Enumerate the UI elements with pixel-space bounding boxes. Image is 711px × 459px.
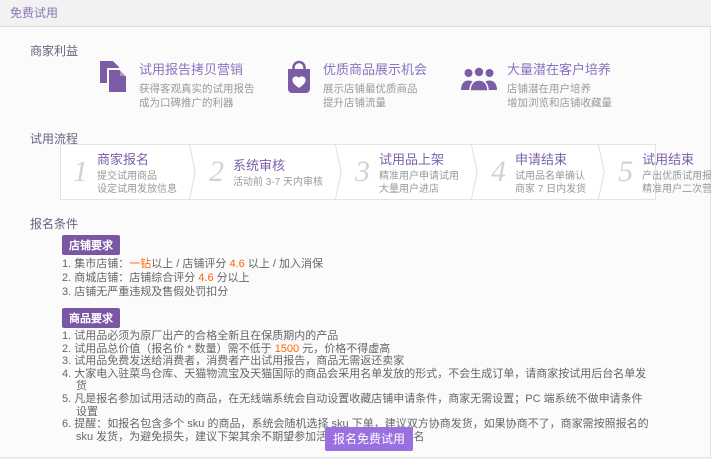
chevron-right-icon (459, 145, 471, 199)
step-number: 3 (355, 157, 370, 187)
benefits-section-title: 商家利益 (30, 42, 78, 59)
step-title: 申请结束 (515, 149, 586, 168)
benefit-line: 成为口碑推广的利器 (139, 96, 255, 110)
benefit-customer-growth: 大量潜在客户培养 店铺潜在用户培养 增加浏览和店铺收藏量 (460, 59, 670, 110)
step-application-end: 4 申请结束 试用品名单确认 商家 7 日内发货 (479, 145, 586, 199)
product-rule-4: 4. 大家电入驻菜鸟仓库、天猫物流宝及天猫国际的商品会采用名单发放的形式，不会生… (62, 368, 652, 393)
step-line: 精准用户申请试用 (379, 170, 459, 183)
product-requirements-badge: 商品要求 (62, 308, 120, 328)
step-merchant-signup: 1 商家报名 提交试用商品 设定试用发放信息 (61, 145, 177, 199)
step-text: 商家报名 提交试用商品 设定试用发放信息 (97, 149, 177, 196)
step-system-review: 2 系统审核 活动前 3-7 天内审核 (197, 145, 323, 199)
benefit-text: 优质商品展示机会 展示店铺最优质商品 提升店铺流量 (323, 59, 427, 110)
benefit-line: 店铺潜在用户培养 (507, 82, 612, 96)
conditions-section-title: 报名条件 (30, 215, 78, 232)
product-rule-1: 1. 试用品必须为原厂出产的合格全新且在保质期内的产品 (62, 330, 652, 343)
step-number: 2 (209, 157, 224, 187)
step-line: 试用品名单确认 (515, 170, 586, 183)
step-line: 设定试用发放信息 (97, 183, 177, 196)
apply-free-trial-button[interactable]: 报名免费试用 (325, 427, 413, 451)
shop-rule-2: 2. 商城店铺：店铺综合评分 4.6 分以上 (62, 271, 652, 285)
step-line: 大量用户进店 (379, 183, 459, 196)
step-text: 系统审核 活动前 3-7 天内审核 (233, 155, 323, 189)
shop-requirements-badge: 店铺要求 (62, 235, 120, 255)
page-title: 免费试用 (0, 0, 711, 27)
step-text: 申请结束 试用品名单确认 商家 7 日内发货 (515, 149, 586, 196)
shop-requirements-list: 1. 集市店铺：一钻以上 / 店铺评分 4.6 以上 / 加入消保 2. 商城店… (62, 257, 652, 299)
benefit-report-copy: 试用报告拷贝营销 获得客观真实的试用报告 成为口碑推广的利器 (96, 59, 284, 110)
step-trial-end: 5 试用结束 产出优质试用报告 精准用户二次营销 (606, 145, 711, 199)
benefit-title: 试用报告拷贝营销 (139, 59, 255, 78)
chevron-right-icon (323, 145, 335, 199)
product-rule-2: 2. 试用品总价值（报名价 * 数量）需不低于 1500 元，价格不得虚高 (62, 343, 652, 356)
step-text: 试用结束 产出优质试用报告 精准用户二次营销 (642, 149, 711, 196)
step-line: 精准用户二次营销 (642, 183, 711, 196)
benefits-row: 试用报告拷贝营销 获得客观真实的试用报告 成为口碑推广的利器 优质商品展示机会 … (96, 59, 670, 110)
chevron-right-icon (586, 145, 598, 199)
step-title: 系统审核 (233, 155, 323, 174)
benefit-line: 提升店铺流量 (323, 96, 427, 110)
step-title: 试用品上架 (379, 149, 459, 168)
benefit-product-showcase: 优质商品展示机会 展示店铺最优质商品 提升店铺流量 (284, 59, 460, 110)
step-number: 4 (491, 157, 506, 187)
customer-growth-icon (460, 64, 498, 99)
main-content: 商家利益 试用报告拷贝营销 获得客观真实的试用报告 成为口碑推广的利器 (0, 27, 711, 458)
step-number: 1 (73, 157, 88, 187)
step-text: 试用品上架 精准用户申请试用 大量用户进店 (379, 149, 459, 196)
step-line: 活动前 3-7 天内审核 (233, 176, 323, 189)
benefit-line: 增加浏览和店铺收藏量 (507, 96, 612, 110)
shop-rule-1: 1. 集市店铺：一钻以上 / 店铺评分 4.6 以上 / 加入消保 (62, 257, 652, 271)
benefit-line: 展示店铺最优质商品 (323, 82, 427, 96)
step-title: 商家报名 (97, 149, 177, 168)
product-rule-3: 3. 试用品免费发送给消费者，消费者产出试用报告，商品无需返还卖家 (62, 355, 652, 368)
product-showcase-icon (284, 59, 314, 100)
step-line: 产出优质试用报告 (642, 170, 711, 183)
step-line: 商家 7 日内发货 (515, 183, 586, 196)
product-rule-5: 5. 凡是报名参加试用活动的商品，在无线端系统会自动设置收藏店铺申请条件，商家无… (62, 393, 652, 418)
benefit-text: 试用报告拷贝营销 获得客观真实的试用报告 成为口碑推广的利器 (139, 59, 255, 110)
benefit-line: 获得客观真实的试用报告 (139, 82, 255, 96)
benefit-title: 优质商品展示机会 (323, 59, 427, 78)
shop-rule-3: 3. 店铺无严重违规及售假处罚扣分 (62, 285, 652, 299)
step-title: 试用结束 (642, 149, 711, 168)
benefit-text: 大量潜在客户培养 店铺潜在用户培养 增加浏览和店铺收藏量 (507, 59, 612, 110)
step-line: 提交试用商品 (97, 170, 177, 183)
step-item-listed: 3 试用品上架 精准用户申请试用 大量用户进店 (343, 145, 459, 199)
report-copy-icon (96, 59, 130, 100)
process-steps: 1 商家报名 提交试用商品 设定试用发放信息 2 系统审核 活动前 3-7 天内… (60, 144, 656, 200)
chevron-right-icon (177, 145, 189, 199)
benefit-title: 大量潜在客户培养 (507, 59, 612, 78)
step-number: 5 (618, 157, 633, 187)
